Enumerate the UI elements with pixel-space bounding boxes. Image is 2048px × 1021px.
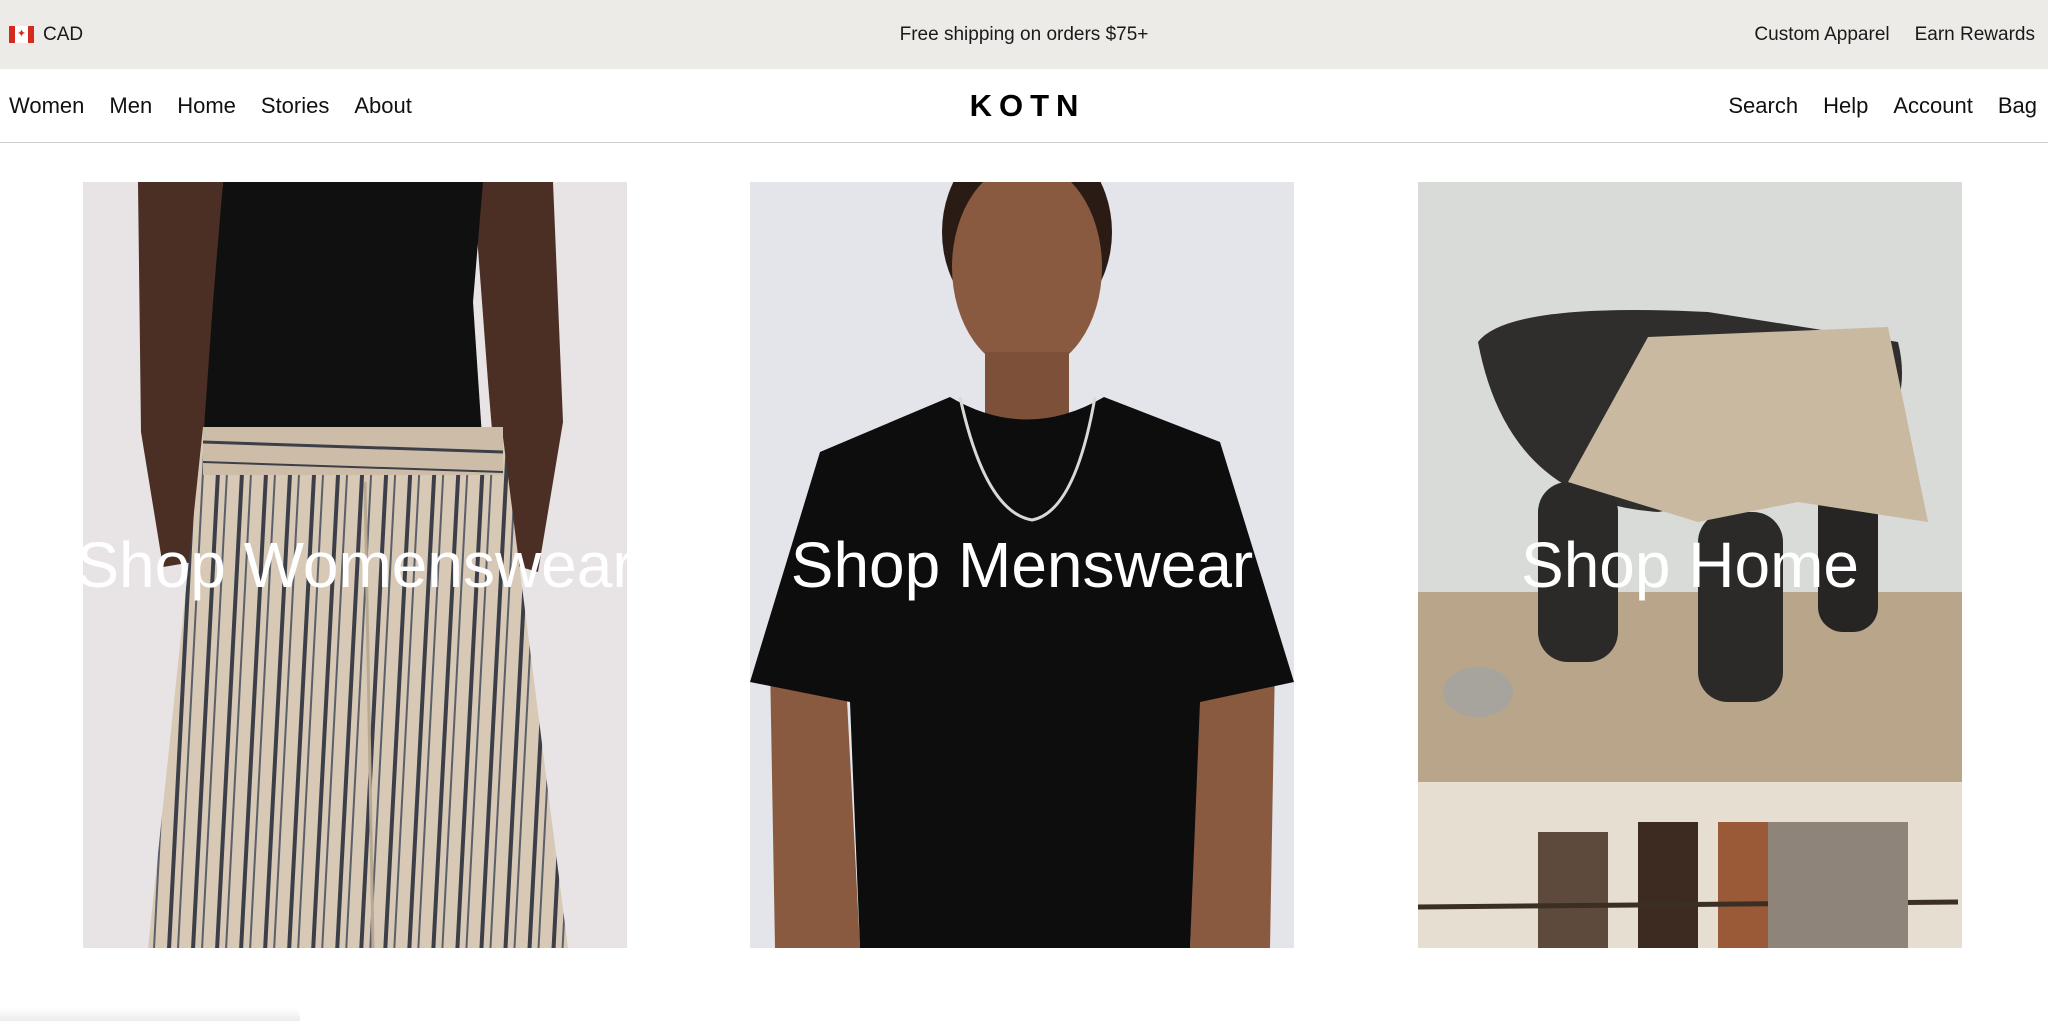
custom-apparel-link[interactable]: Custom Apparel xyxy=(1754,24,1889,46)
home-tile[interactable]: Shop Home xyxy=(1418,182,1962,948)
utility-links: Custom Apparel Earn Rewards xyxy=(1754,0,2035,69)
kotn-logo[interactable]: KOTN xyxy=(963,88,1086,124)
nav-search[interactable]: Search xyxy=(1728,93,1798,119)
earn-rewards-link[interactable]: Earn Rewards xyxy=(1915,24,2035,46)
nav-account[interactable]: Account xyxy=(1893,93,1973,119)
womenswear-tile[interactable]: Shop Womenswear xyxy=(83,182,627,948)
nav-stories[interactable]: Stories xyxy=(261,93,329,119)
nav-women[interactable]: Women xyxy=(9,93,84,119)
shipping-promo: Free shipping on orders $75+ xyxy=(899,23,1149,45)
menswear-label: Shop Menswear xyxy=(790,529,1254,601)
announcement-bar: ✦ CAD Free shipping on orders $75+ Custo… xyxy=(0,0,2048,69)
menswear-tile[interactable]: Shop Menswear xyxy=(750,182,1294,948)
main-nav: Women Men Home Stories About KOTN Search… xyxy=(0,69,2048,143)
primary-menu: Women Men Home Stories About xyxy=(9,69,412,142)
bottom-overlay-edge xyxy=(0,1008,300,1021)
nav-about[interactable]: About xyxy=(354,93,412,119)
account-menu: Search Help Account Bag xyxy=(1728,69,2037,142)
nav-help[interactable]: Help xyxy=(1823,93,1868,119)
home-label: Shop Home xyxy=(1521,529,1859,601)
nav-home[interactable]: Home xyxy=(177,93,236,119)
womenswear-label: Shop Womenswear xyxy=(83,529,627,601)
nav-men[interactable]: Men xyxy=(109,93,152,119)
nav-bag[interactable]: Bag xyxy=(1998,93,2037,119)
